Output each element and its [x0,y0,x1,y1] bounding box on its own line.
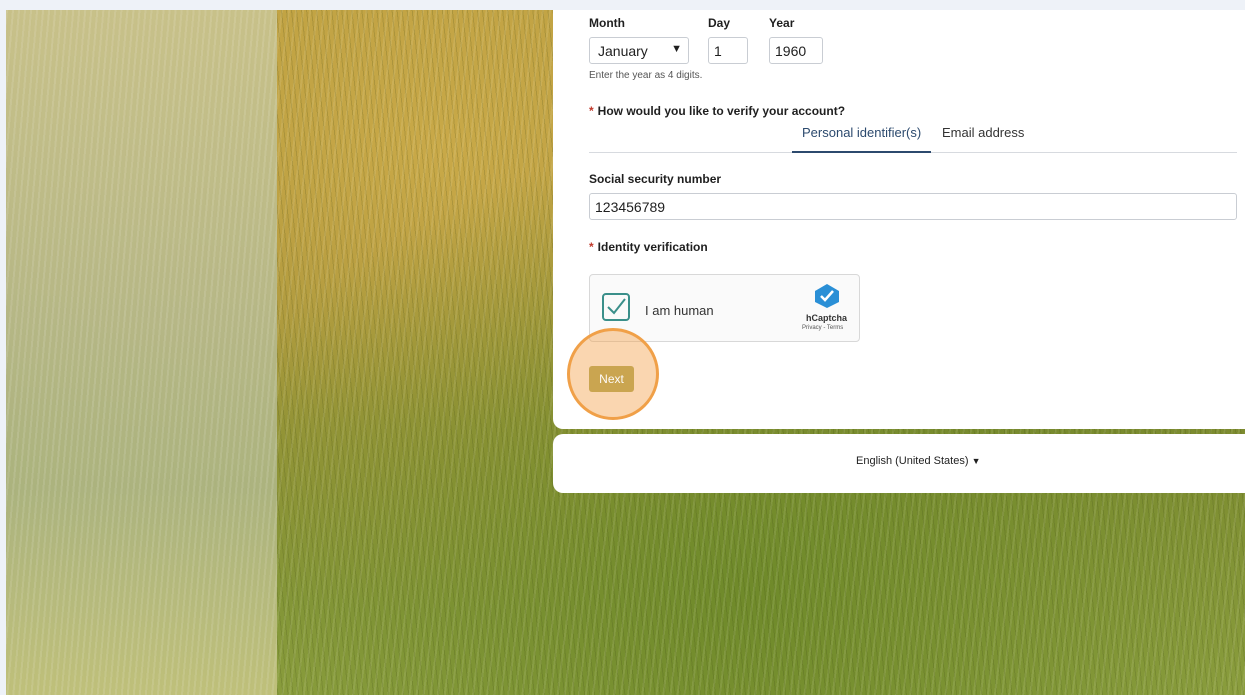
chevron-down-icon: ▼ [971,456,981,466]
identity-label-text: Identity verification [597,240,708,254]
verify-question-text: How would you like to verify your accoun… [597,104,846,118]
required-mark: * [589,104,594,118]
background-left-panel [6,10,277,695]
year-hint: Enter the year as 4 digits. [589,70,703,81]
verify-question: * How would you like to verify your accou… [589,104,845,118]
verify-tabs: Personal identifier(s) Email address [589,125,1237,153]
captcha-checkbox-label: I am human [645,303,714,318]
ssn-label: Social security number [589,172,722,186]
required-mark: * [589,240,594,254]
year-label: Year [769,16,795,30]
day-input[interactable]: 1 [708,37,748,64]
hcaptcha-logo-icon [815,284,839,308]
language-selector[interactable]: English (United States) ▼ [856,455,980,467]
captcha-checkbox[interactable] [602,293,630,321]
checkmark-icon [607,298,626,315]
captcha-brand: hCaptcha [806,313,848,323]
tab-personal-identifiers[interactable]: Personal identifier(s) [792,125,932,153]
month-select[interactable]: January ▼ [589,37,689,64]
ssn-input[interactable]: 123456789 [589,193,1237,220]
language-label: English (United States) [856,455,969,467]
captcha-links[interactable]: Privacy - Terms [802,325,843,331]
day-label: Day [708,16,731,30]
month-label: Month [589,16,625,30]
tab-email-address[interactable]: Email address [932,125,1034,151]
identity-label: * Identity verification [589,240,708,254]
next-button[interactable]: Next [589,366,634,392]
month-select-value: January [598,43,648,59]
year-input[interactable]: 1960 [769,37,823,64]
chevron-down-icon: ▼ [671,43,682,55]
